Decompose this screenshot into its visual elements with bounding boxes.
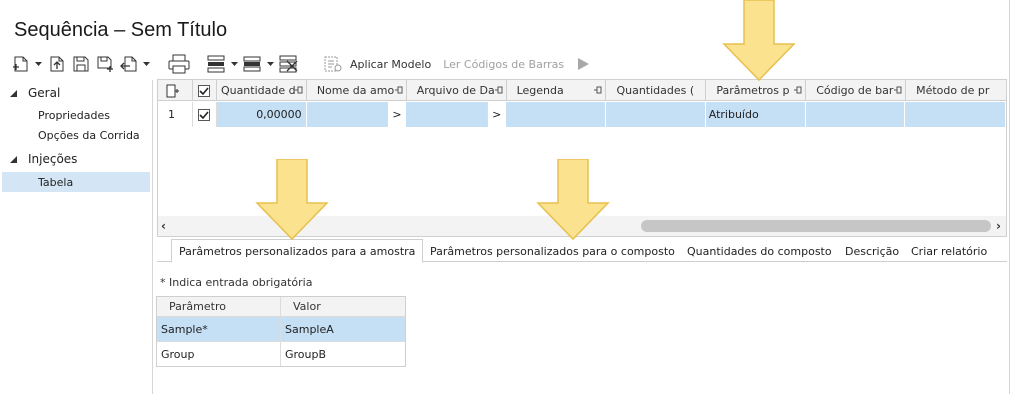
tree-category-injections[interactable]: Injeções <box>8 150 77 168</box>
tree-item-properties[interactable]: Propriedades <box>2 105 150 125</box>
callout-arrow-down-icon <box>536 159 610 241</box>
tab-sample-custom-parameters[interactable]: Parâmetros personalizados para a amostra <box>171 239 424 263</box>
apply-template-icon[interactable] <box>322 53 344 75</box>
navigation-tree: Geral Propriedades Opções da Corrida Inj… <box>0 80 153 394</box>
sample-name-browse-button[interactable]: > <box>387 102 406 127</box>
column-header-legend[interactable]: Legenda <box>507 80 607 101</box>
grid-header: Quantidade d Nome da amo Arquivo de Da L… <box>158 80 1006 101</box>
cell-legend[interactable] <box>506 102 606 127</box>
data-file-browse-button[interactable]: > <box>487 102 506 127</box>
save-as-icon[interactable] <box>94 53 116 75</box>
new-sequence-icon[interactable] <box>10 53 32 75</box>
collapse-triangle-icon[interactable] <box>8 88 18 98</box>
read-barcodes-button[interactable]: Ler Códigos de Barras <box>443 58 564 71</box>
cell-value[interactable]: SampleA <box>281 317 405 341</box>
select-all-checkbox[interactable] <box>193 80 217 101</box>
run-play-icon[interactable] <box>572 53 594 75</box>
pin-icon <box>394 86 403 94</box>
header-parameter: Parâmetro <box>157 297 281 316</box>
delete-row-icon[interactable] <box>278 53 300 75</box>
open-icon[interactable] <box>46 53 68 75</box>
tree-item-table[interactable]: Tabela <box>2 172 150 192</box>
callout-arrow-down-icon <box>255 159 329 241</box>
insert-row-icon[interactable] <box>206 53 228 75</box>
pin-icon <box>794 86 802 94</box>
cell-sample-name[interactable]: > <box>306 102 407 127</box>
tab-compound-quantities[interactable]: Quantidades do composto <box>687 241 832 262</box>
tree-category-label: Injeções <box>28 152 78 166</box>
column-header-quantity[interactable]: Quantidade d <box>217 80 307 101</box>
scrollbar-thumb[interactable] <box>641 220 991 232</box>
column-header-method[interactable]: Método de pr <box>906 80 1006 101</box>
print-icon[interactable] <box>168 53 190 75</box>
cell-parameter: Group <box>157 342 281 366</box>
pin-icon <box>494 86 503 94</box>
column-header-quantities[interactable]: Quantidades ( <box>606 80 707 101</box>
save-icon[interactable] <box>70 53 92 75</box>
header-value: Valor <box>293 300 321 313</box>
row-index: 1 <box>158 102 193 127</box>
import-icon[interactable] <box>118 53 140 75</box>
cell-data-file[interactable]: > <box>406 102 507 127</box>
cell-quantity[interactable]: 0,00000 <box>216 102 307 127</box>
toolbar: Aplicar Modelo Ler Códigos de Barras <box>10 52 596 76</box>
table-row[interactable]: Sample* SampleA <box>157 316 405 341</box>
append-row-dropdown-chevron-icon[interactable] <box>266 53 274 75</box>
cell-method[interactable] <box>905 102 1006 127</box>
pin-icon <box>594 86 602 94</box>
insert-column-icon[interactable] <box>158 80 193 101</box>
column-header-parameters[interactable]: Parâmetros p <box>706 80 807 101</box>
required-note: * Indica entrada obrigatória <box>160 276 313 289</box>
insert-row-dropdown-chevron-icon[interactable] <box>230 53 238 75</box>
column-header-sample-name[interactable]: Nome da amo <box>307 80 407 101</box>
tab-create-report[interactable]: Criar relatório <box>911 241 987 262</box>
tree-category-general[interactable]: Geral <box>8 84 60 102</box>
detail-tabs: Parâmetros personalizados para a amostra… <box>157 238 1007 263</box>
apply-template-button[interactable]: Aplicar Modelo <box>350 58 431 71</box>
table-header: Parâmetro Valor <box>157 297 405 316</box>
cell-barcode[interactable] <box>805 102 906 127</box>
scroll-left-arrow-icon[interactable]: ‹ <box>161 219 166 233</box>
tab-compound-custom-parameters[interactable]: Parâmetros personalizados para o compost… <box>430 241 675 262</box>
table-row[interactable]: Group GroupB <box>157 341 405 366</box>
sequence-window: Sequência – Sem Título Aplicar Modelo Le… <box>0 0 1010 394</box>
custom-parameters-table: Parâmetro Valor Sample* SampleA Group Gr… <box>156 296 406 367</box>
cell-quantities[interactable] <box>605 102 706 127</box>
new-dropdown-chevron-icon[interactable] <box>34 53 42 75</box>
pin-icon <box>294 86 303 94</box>
cell-parameter: Sample* <box>157 317 281 341</box>
row-checkbox[interactable] <box>192 102 217 127</box>
tree-category-label: Geral <box>28 86 61 100</box>
cell-parameters[interactable]: Atribuído <box>705 102 806 127</box>
import-dropdown-chevron-icon[interactable] <box>142 53 150 75</box>
column-header-barcode[interactable]: Código de bar <box>806 80 907 101</box>
scroll-right-arrow-icon[interactable]: › <box>996 219 1001 233</box>
window-title: Sequência – Sem Título <box>14 19 228 41</box>
table-row[interactable]: 1 0,00000 > > Atribuído <box>158 102 1006 127</box>
cell-value[interactable]: GroupB <box>281 342 405 366</box>
tree-item-run-options[interactable]: Opções da Corrida <box>2 125 150 145</box>
tab-description[interactable]: Descrição <box>845 241 899 262</box>
callout-arrow-down-icon <box>722 0 796 82</box>
column-header-data-file[interactable]: Arquivo de Da <box>407 80 507 101</box>
collapse-triangle-icon[interactable] <box>8 154 18 164</box>
append-row-icon[interactable] <box>242 53 264 75</box>
pin-icon <box>894 86 902 94</box>
